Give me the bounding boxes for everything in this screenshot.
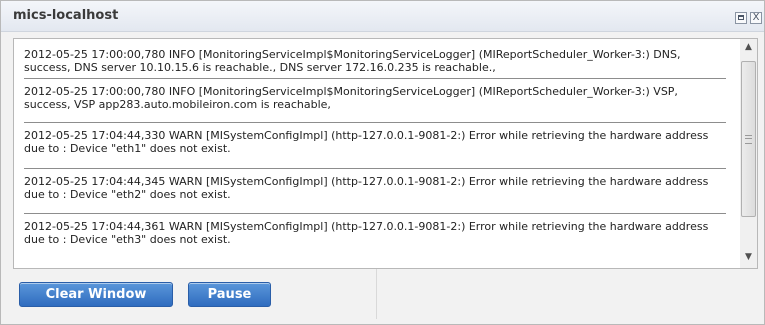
log-entry: 2012-05-25 17:00:00,780 INFO [Monitoring… xyxy=(24,45,726,79)
log-entry: 2012-05-25 17:04:44,330 WARN [MISystemCo… xyxy=(24,123,726,169)
maximize-icon[interactable] xyxy=(735,12,747,24)
log-entry: 2012-05-25 17:04:44,361 WARN [MISystemCo… xyxy=(24,220,709,246)
log-window: mics-localhost X 2012-05-25 17:00:00,780… xyxy=(0,0,765,325)
window-footer: Clear Window Pause xyxy=(1,269,764,324)
grip-icon xyxy=(745,135,752,144)
window-title: mics-localhost xyxy=(13,8,119,23)
scroll-up-arrow-icon[interactable]: ▲ xyxy=(740,39,757,56)
footer-divider xyxy=(376,269,377,319)
window-titlebar[interactable]: mics-localhost X xyxy=(1,1,764,32)
pause-button[interactable]: Pause xyxy=(188,282,271,307)
log-entry: 2012-05-25 17:04:44,345 WARN [MISystemCo… xyxy=(24,169,726,214)
vertical-scrollbar[interactable]: ▲ ▼ xyxy=(740,39,757,268)
clear-window-button[interactable]: Clear Window xyxy=(19,282,173,307)
log-entry: 2012-05-25 17:00:00,780 INFO [Monitoring… xyxy=(24,79,726,123)
close-icon[interactable]: X xyxy=(750,12,762,24)
scrollbar-thumb[interactable] xyxy=(741,61,756,217)
log-panel: 2012-05-25 17:00:00,780 INFO [Monitoring… xyxy=(13,38,758,269)
scroll-down-arrow-icon[interactable]: ▼ xyxy=(740,249,757,266)
log-list: 2012-05-25 17:00:00,780 INFO [Monitoring… xyxy=(24,45,726,259)
